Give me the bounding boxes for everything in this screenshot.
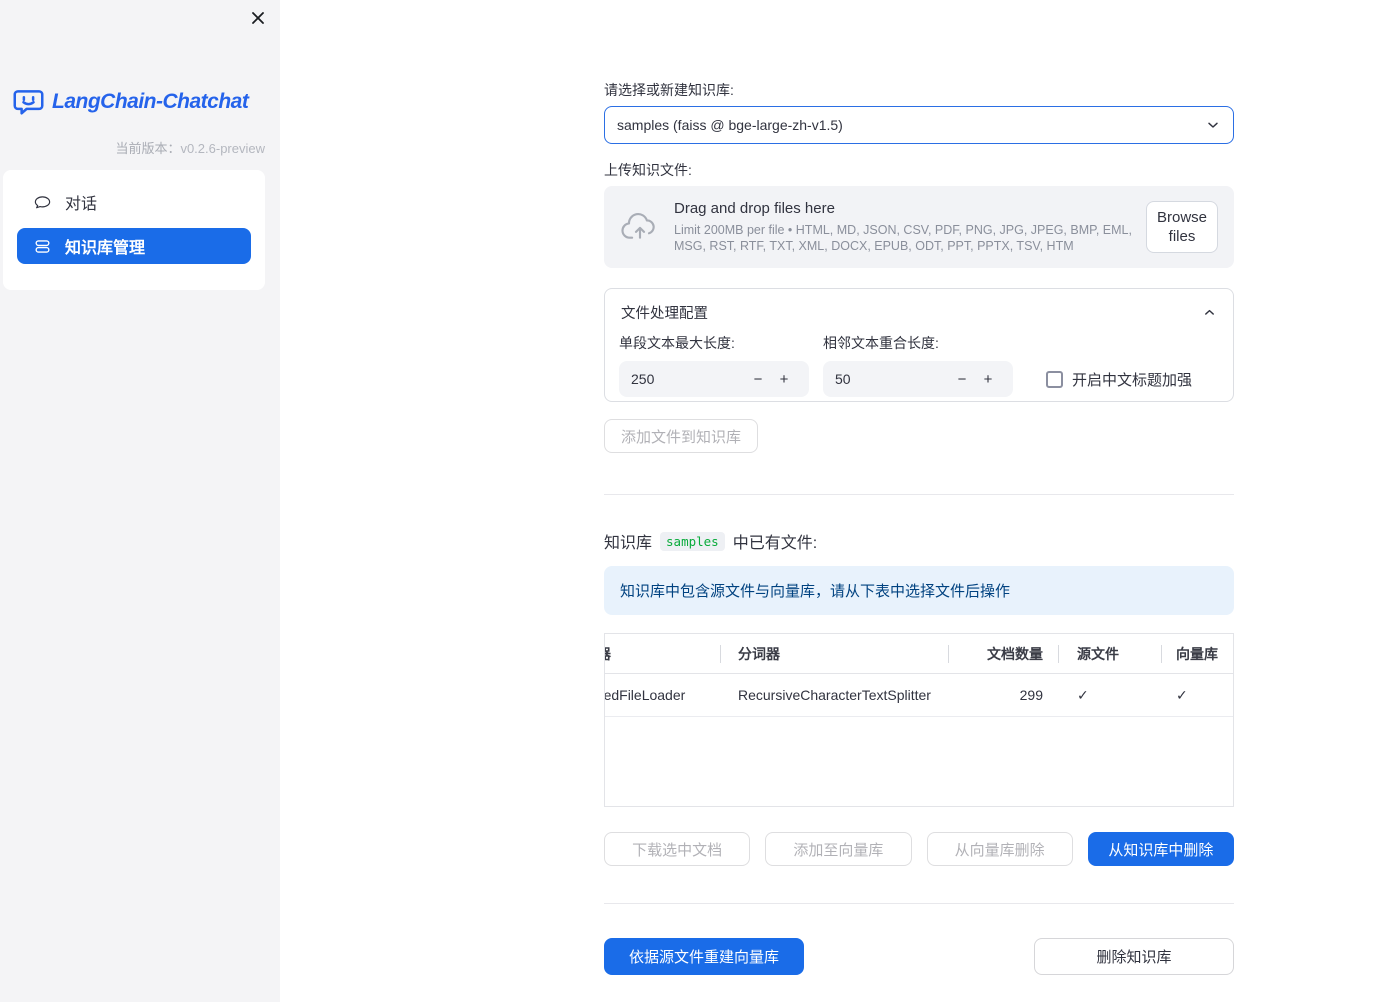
rebuild-vector-store-button[interactable]: 依据源文件重建向量库	[604, 938, 804, 975]
overlap-size-input[interactable]: 50 − +	[823, 361, 1013, 397]
kb-select-label: 请选择或新建知识库:	[604, 82, 734, 98]
chunk-size-label: 单段文本最大长度:	[619, 335, 735, 351]
cell-source-file-check: ✓	[1077, 686, 1089, 703]
column-header-loader[interactable]: 文档加载器	[605, 634, 720, 673]
kb-files-heading: 知识库 samples 中已有文件:	[604, 529, 1234, 553]
column-header-source-file[interactable]: 源文件	[1058, 634, 1161, 673]
version-value: v0.2.6-preview	[180, 141, 265, 156]
kb-name-code: samples	[660, 531, 725, 551]
chunk-size-decrement-button[interactable]: −	[745, 371, 771, 388]
sidebar: LangChain-Chatchat 当前版本：v0.2.6-preview 对…	[0, 0, 280, 1002]
chunk-size-input[interactable]: 250 − +	[619, 361, 809, 397]
cell-doc-count: 299	[1019, 687, 1043, 703]
kb-management-buttons: 依据源文件重建向量库 删除知识库	[604, 938, 1234, 975]
cell-vector-store-check: ✓	[1176, 686, 1188, 703]
version-label: 当前版本：	[115, 141, 181, 156]
main-content: 请选择或新建知识库: samples (faiss @ bge-large-zh…	[604, 0, 1234, 975]
divider	[604, 903, 1234, 904]
add-files-to-kb-button[interactable]: 添加文件到知识库	[604, 419, 759, 453]
browse-files-button[interactable]: Browse files	[1146, 201, 1218, 253]
kb-selectbox-value: samples (faiss @ bge-large-zh-v1.5)	[617, 117, 843, 133]
file-config-expander: 文件处理配置 单段文本最大长度: 250 − + 相邻文本重合长度: 50 − …	[604, 288, 1234, 402]
table-header-row: 文档加载器 分词器 文档数量 源文件 向量库	[605, 634, 1233, 674]
upload-label: 上传知识文件:	[604, 162, 692, 178]
sidebar-item-dialogue[interactable]: 对话	[17, 184, 251, 220]
cell-splitter: RecursiveCharacterTextSplitter	[738, 687, 931, 703]
sidebar-item-label: 对话	[65, 196, 98, 213]
info-alert: 知识库中包含源文件与向量库，请从下表中选择文件后操作	[604, 566, 1234, 615]
app-title: LangChain-Chatchat	[52, 90, 249, 113]
delete-kb-button[interactable]: 删除知识库	[1034, 938, 1234, 975]
column-header-splitter[interactable]: 分词器	[720, 634, 948, 673]
delete-from-vector-store-button[interactable]: 从向量库删除	[926, 832, 1073, 866]
version-info: 当前版本：v0.2.6-preview	[115, 138, 265, 157]
kb-files-table[interactable]: 文档加载器 分词器 文档数量 源文件 向量库 UnstructuredFileL…	[604, 633, 1234, 807]
expander-title: 文件处理配置	[621, 306, 708, 322]
divider	[604, 494, 1234, 495]
chunk-size-group: 单段文本最大长度: 250 − +	[619, 333, 809, 397]
chevron-down-icon	[1205, 117, 1221, 133]
file-action-buttons: 下载选中文档 添加至向量库 从向量库删除 从知识库中删除	[604, 832, 1234, 866]
overlap-size-label: 相邻文本重合长度:	[823, 335, 939, 351]
cloud-upload-icon	[620, 211, 660, 243]
chevron-up-icon	[1202, 305, 1217, 320]
sidebar-item-knowledge-base[interactable]: 知识库管理	[17, 228, 251, 264]
zh-title-enhance-label: 开启中文标题加强	[1072, 371, 1193, 389]
add-to-vector-store-button[interactable]: 添加至向量库	[765, 832, 912, 866]
kb-selectbox[interactable]: samples (faiss @ bge-large-zh-v1.5)	[604, 106, 1234, 144]
overlap-size-increment-button[interactable]: +	[975, 371, 1001, 388]
chat-smiley-logo-icon	[12, 87, 45, 117]
database-list-icon	[33, 237, 52, 256]
overlap-size-group: 相邻文本重合长度: 50 − +	[823, 333, 1013, 397]
dropzone-instructions: Drag and drop files here Limit 200MB per…	[674, 200, 1132, 254]
overlap-size-decrement-button[interactable]: −	[949, 371, 975, 388]
column-header-vector-store[interactable]: 向量库	[1161, 634, 1233, 673]
file-dropzone[interactable]: Drag and drop files here Limit 200MB per…	[604, 186, 1234, 268]
info-alert-text: 知识库中包含源文件与向量库，请从下表中选择文件后操作	[620, 583, 1011, 600]
download-selected-docs-button[interactable]: 下载选中文档	[604, 832, 751, 866]
delete-from-kb-button[interactable]: 从知识库中删除	[1087, 832, 1234, 866]
cell-loader: UnstructuredFileLoader	[605, 687, 686, 703]
kb-files-suffix: 中已有文件:	[732, 535, 818, 552]
sidebar-close-icon[interactable]	[248, 8, 268, 28]
sidebar-menu: 对话 知识库管理	[3, 170, 265, 290]
dropzone-limits: Limit 200MB per file • HTML, MD, JSON, C…	[674, 223, 1132, 253]
dropzone-title: Drag and drop files here	[674, 200, 835, 217]
zh-title-enhance-checkbox[interactable]	[1046, 370, 1063, 388]
column-header-doc-count[interactable]: 文档数量	[948, 634, 1058, 673]
expander-header[interactable]: 文件处理配置	[605, 289, 1233, 323]
expander-body: 单段文本最大长度: 250 − + 相邻文本重合长度: 50 − + 开启中文标…	[605, 333, 1233, 397]
zh-title-enhance-group: 开启中文标题加强	[1046, 369, 1192, 389]
chunk-size-increment-button[interactable]: +	[771, 371, 797, 388]
app-logo: LangChain-Chatchat	[12, 87, 249, 117]
overlap-size-value: 50	[835, 371, 851, 387]
kb-files-prefix: 知识库	[604, 535, 653, 552]
table-row[interactable]: UnstructuredFileLoader RecursiveCharacte…	[605, 674, 1233, 717]
chunk-size-value: 250	[631, 371, 655, 387]
chat-bubble-icon	[33, 193, 52, 212]
sidebar-item-label: 知识库管理	[65, 240, 146, 257]
